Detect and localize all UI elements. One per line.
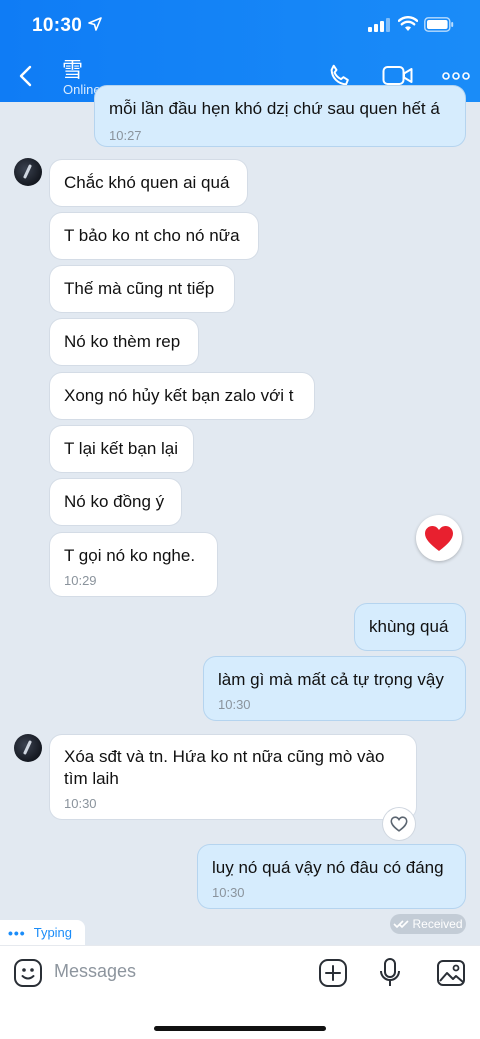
- back-chevron-icon[interactable]: [16, 64, 36, 88]
- message-text: Nó ko đồng ý: [64, 492, 165, 511]
- typing-label: Typing: [33, 925, 73, 940]
- heart-icon: [425, 525, 453, 551]
- message-incoming[interactable]: Thế mà cũng nt tiếp: [50, 266, 234, 312]
- cellular-signal-icon: [368, 18, 390, 32]
- heart-reaction-button[interactable]: [416, 515, 462, 561]
- message-time: 10:30: [218, 697, 251, 712]
- message-input[interactable]: Messages: [54, 961, 136, 982]
- message-text: làm gì mà mất cả tự trọng vậy: [218, 670, 444, 689]
- typing-dots-icon: •••: [8, 924, 26, 941]
- contact-name[interactable]: 雪: [62, 54, 83, 84]
- received-status-badge: Received: [390, 914, 466, 934]
- received-label: Received: [412, 917, 463, 931]
- more-options-icon[interactable]: [442, 72, 470, 80]
- microphone-icon[interactable]: [378, 957, 402, 989]
- message-time: 10:30: [64, 796, 97, 811]
- sticker-emoji-icon[interactable]: [13, 958, 43, 988]
- message-incoming[interactable]: T lại kết bạn lại: [50, 426, 193, 472]
- message-text: Thế mà cũng nt tiếp: [64, 279, 215, 298]
- message-text: Chắc khó quen ai quá: [64, 173, 230, 192]
- location-arrow-icon: [88, 17, 102, 31]
- video-call-icon[interactable]: [382, 64, 414, 88]
- message-outgoing[interactable]: làm gì mà mất cả tự trọng vậy 10:30: [204, 657, 465, 720]
- wifi-icon: [398, 16, 418, 31]
- message-input-bar: Messages: [0, 945, 480, 1039]
- typing-indicator: ••• Typing: [0, 920, 85, 945]
- message-incoming[interactable]: Nó ko thèm rep: [50, 319, 198, 365]
- add-plus-icon[interactable]: [318, 958, 348, 988]
- message-text: T gọi nó ko nghe.: [64, 546, 196, 565]
- message-outgoing[interactable]: luỵ nó quá vậy nó đâu có đáng 10:30: [198, 845, 465, 908]
- message-text: T bảo ko nt cho nó nữa: [64, 226, 240, 245]
- like-reaction-button[interactable]: [383, 808, 415, 840]
- message-outgoing[interactable]: khùng quá: [355, 604, 465, 650]
- message-time: 10:30: [212, 885, 245, 900]
- message-outgoing[interactable]: mỗi lần đầu hẹn khó dzị chứ sau quen hết…: [95, 86, 465, 146]
- message-incoming[interactable]: Xóa sđt và tn. Hứa ko nt nữa cũng mò vào…: [50, 735, 416, 819]
- message-text: T lại kết bạn lại: [64, 439, 179, 458]
- message-incoming[interactable]: Chắc khó quen ai quá: [50, 160, 247, 206]
- message-incoming[interactable]: Xong nó hủy kết bạn zalo với t: [50, 373, 314, 419]
- battery-icon: [424, 17, 454, 32]
- home-indicator: [154, 1026, 326, 1031]
- message-incoming[interactable]: T gọi nó ko nghe. 10:29: [50, 533, 217, 596]
- message-incoming[interactable]: Nó ko đồng ý: [50, 479, 181, 525]
- message-text: khùng quá: [369, 617, 449, 636]
- message-text: luỵ nó quá vậy nó đâu có đáng: [212, 858, 444, 877]
- heart-outline-icon: [390, 816, 408, 832]
- message-text: Xóa sđt và tn. Hứa ko nt nữa cũng mò vào…: [64, 747, 385, 788]
- message-text: mỗi lần đầu hẹn khó dzị chứ sau quen hết…: [109, 99, 440, 118]
- message-time: 10:29: [64, 573, 97, 588]
- message-text: Xong nó hủy kết bạn zalo với t: [64, 386, 294, 405]
- status-bar: 10:30: [0, 0, 480, 50]
- contact-avatar[interactable]: [14, 734, 42, 762]
- contact-avatar[interactable]: [14, 158, 42, 186]
- message-incoming[interactable]: T bảo ko nt cho nó nữa: [50, 213, 258, 259]
- image-gallery-icon[interactable]: [436, 958, 466, 988]
- message-text: Nó ko thèm rep: [64, 332, 181, 351]
- status-time: 10:30: [32, 15, 83, 36]
- double-check-icon: [393, 920, 410, 929]
- message-time: 10:27: [109, 128, 142, 143]
